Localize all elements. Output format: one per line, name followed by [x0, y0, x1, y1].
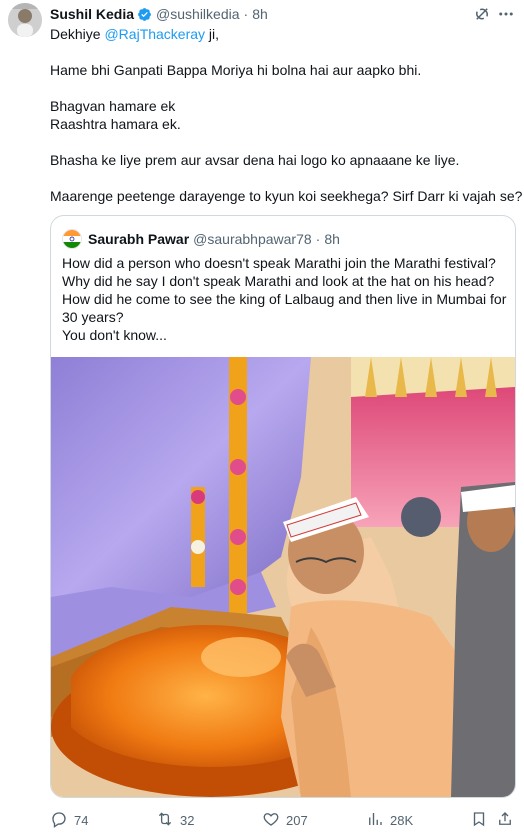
repost-button[interactable]: 32 — [156, 808, 194, 832]
reply-count: 74 — [74, 812, 89, 828]
views-icon — [366, 810, 390, 831]
grok-icon[interactable] — [472, 4, 492, 24]
share-button[interactable] — [496, 808, 520, 832]
tweet-line-6: Maarenge peetenge darayenge to kyun koi … — [50, 188, 523, 204]
like-icon — [262, 810, 286, 831]
quote-line: How did a person who doesn't speak Marat… — [62, 255, 496, 271]
quote-header: Saurabh Pawar @saurabhpawar78 · 8h — [62, 229, 340, 249]
tweet[interactable]: Sushil Kedia @sushilkedia · 8h Dekhiye @… — [0, 0, 524, 834]
quote-author-handle[interactable]: @saurabhpawar78 — [193, 231, 312, 247]
like-button[interactable]: 207 — [262, 808, 308, 832]
repost-icon — [156, 810, 180, 831]
author-avatar[interactable] — [8, 3, 42, 37]
avatar-image — [8, 3, 42, 37]
photo-illustration — [51, 357, 515, 797]
quote-line: Why did he say I don't speak Marathi and… — [62, 273, 495, 289]
quote-author-name[interactable]: Saurabh Pawar — [88, 231, 189, 247]
tweet-line-3: Bhagvan hamare ek — [50, 98, 176, 114]
separator-dot: · — [315, 231, 321, 247]
quote-line: How did he come to see the king of Lalba… — [62, 291, 507, 307]
author-name[interactable]: Sushil Kedia — [50, 6, 134, 22]
tweet-actions: 74 32 207 28K — [50, 808, 516, 832]
quote-author-avatar[interactable] — [62, 229, 82, 249]
like-count: 207 — [286, 812, 308, 828]
quoted-tweet[interactable]: Saurabh Pawar @saurabhpawar78 · 8h How d… — [50, 215, 516, 798]
tweet-time[interactable]: 8h — [252, 6, 268, 22]
tweet-line-2: Hame bhi Ganpati Bappa Moriya hi bolna h… — [50, 62, 422, 78]
more-icon[interactable] — [496, 4, 516, 24]
verified-badge-icon — [137, 7, 152, 22]
quote-media-image[interactable] — [51, 357, 515, 797]
quote-time[interactable]: 8h — [324, 231, 340, 247]
share-icon — [496, 810, 520, 831]
views-count: 28K — [390, 812, 414, 828]
reply-button[interactable]: 74 — [50, 808, 88, 832]
quote-line: You don't know... — [62, 327, 167, 343]
tweet-header: Sushil Kedia @sushilkedia · 8h — [50, 4, 268, 24]
separator-dot: · — [243, 6, 249, 22]
tweet-line-1: Dekhiye @RajThackeray ji, — [50, 26, 220, 42]
bookmark-icon — [470, 810, 494, 831]
mention-link[interactable]: @RajThackeray — [104, 26, 205, 42]
tweet-line-5: Bhasha ke liye prem aur avsar dena hai l… — [50, 152, 460, 168]
author-handle[interactable]: @sushilkedia — [156, 6, 239, 22]
reply-icon — [50, 810, 74, 831]
tweet-line-4: Raashtra hamara ek. — [50, 116, 181, 132]
repost-count: 32 — [180, 812, 195, 828]
views-button[interactable]: 28K — [366, 808, 413, 832]
quote-line: 30 years? — [62, 309, 124, 325]
bookmark-button[interactable] — [470, 808, 494, 832]
